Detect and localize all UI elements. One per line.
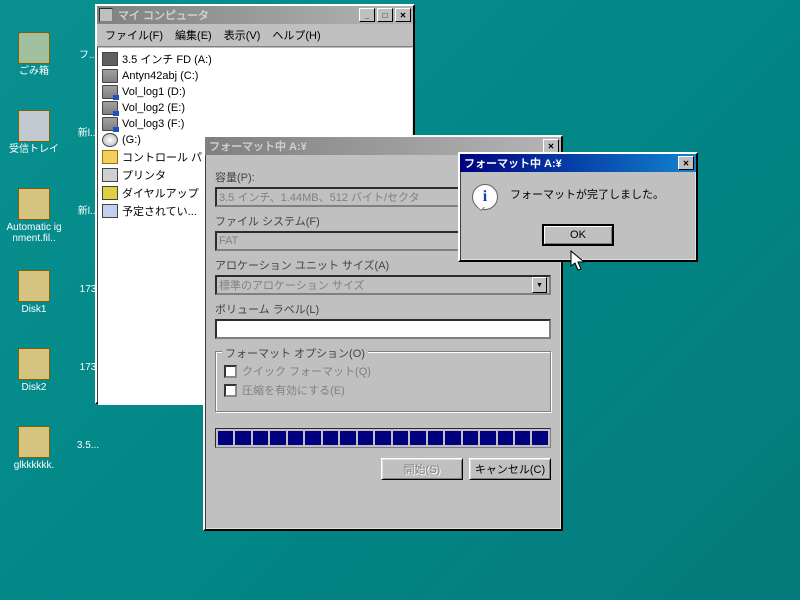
progress-segment (463, 431, 478, 445)
enable-compression-checkbox[interactable]: 圧縮を有効にする(E) (224, 382, 542, 398)
progress-segment (253, 431, 268, 445)
folder-icon (18, 188, 50, 220)
volume-label-input[interactable] (215, 319, 551, 339)
progress-segment (305, 431, 320, 445)
close-button[interactable]: ✕ (395, 8, 411, 22)
inbox-icon (18, 110, 50, 142)
checkbox-icon (224, 365, 237, 378)
message-box-body: i フォーマットが完了しました。 (460, 172, 696, 222)
drive-item-f[interactable]: Vol_log3 (F:) (102, 116, 408, 132)
floppy-icon (102, 52, 118, 66)
progress-segment (218, 431, 233, 445)
progress-segment (340, 431, 355, 445)
hdd-icon (102, 69, 118, 83)
desktop-icon-disk1[interactable]: Disk1 (4, 270, 64, 315)
progress-segment (445, 431, 460, 445)
progress-segment (375, 431, 390, 445)
titlebar-my-computer[interactable]: マイ コンピュータ _ □ ✕ (97, 6, 413, 24)
desktop-icon-glkk[interactable]: glkkkkkk. (4, 426, 64, 471)
menu-edit[interactable]: 編集(E) (169, 25, 218, 45)
drive-item-e[interactable]: Vol_log2 (E:) (102, 100, 408, 116)
info-icon: i (470, 182, 500, 212)
printer-icon (102, 168, 118, 182)
dialup-icon (102, 186, 118, 200)
scheduled-icon (102, 204, 118, 218)
message-box-buttons: OK (460, 224, 696, 246)
progress-segment (480, 431, 495, 445)
cancel-button[interactable]: キャンセル(C) (469, 458, 551, 480)
desktop-icon-partial[interactable]: 3.5... (58, 440, 118, 451)
minimize-button[interactable]: _ (359, 8, 375, 22)
progress-segment (428, 431, 443, 445)
my-computer-icon (99, 8, 113, 22)
progress-segment (498, 431, 513, 445)
cd-icon (102, 133, 118, 147)
recycle-bin-icon (18, 32, 50, 64)
drive-item-floppy-a[interactable]: 3.5 インチ FD (A:) (102, 50, 408, 68)
titlebar-message[interactable]: フォーマット中 A:¥ ✕ (460, 154, 696, 172)
desktop: ごみ箱 受信トレイ Automatic ignment.fil.. Disk1 … (0, 0, 800, 600)
menu-file[interactable]: ファイル(F) (99, 25, 169, 45)
desktop-icon-disk2[interactable]: Disk2 (4, 348, 64, 393)
volume-label-label: ボリューム ラベル(L) (215, 301, 551, 317)
progress-segment (410, 431, 425, 445)
desktop-icon-automatic[interactable]: Automatic ignment.fil.. (4, 188, 64, 244)
netdrive-icon (102, 101, 118, 115)
window-title: フォーマット中 A:¥ (462, 155, 676, 171)
netdrive-icon (102, 85, 118, 99)
menu-help[interactable]: ヘルプ(H) (266, 25, 326, 45)
dialog-button-row: 開始(S) キャンセル(C) (215, 458, 551, 480)
progress-segment (235, 431, 250, 445)
drive-item-d[interactable]: Vol_log1 (D:) (102, 84, 408, 100)
folder-icon (18, 348, 50, 380)
close-button[interactable]: ✕ (678, 156, 694, 170)
menu-view[interactable]: 表示(V) (218, 25, 267, 45)
progress-segment (532, 431, 547, 445)
netdrive-icon (102, 117, 118, 131)
checkbox-icon (224, 384, 237, 397)
format-options-group: フォーマット オプション(O) クイック フォーマット(Q) 圧縮を有効にする(… (215, 351, 551, 412)
quick-format-checkbox[interactable]: クイック フォーマット(Q) (224, 363, 542, 379)
ok-button[interactable]: OK (542, 224, 614, 246)
window-message-box[interactable]: フォーマット中 A:¥ ✕ i フォーマットが完了しました。 OK (458, 152, 698, 262)
progress-segment (323, 431, 338, 445)
drive-item-c[interactable]: Antyn42abj (C:) (102, 68, 408, 84)
progress-segment (358, 431, 373, 445)
folder-icon (18, 426, 50, 458)
message-text: フォーマットが完了しました。 (510, 182, 664, 202)
progress-segment (393, 431, 408, 445)
folder-icon (18, 270, 50, 302)
desktop-icon-inbox[interactable]: 受信トレイ (4, 110, 64, 155)
menubar: ファイル(F) 編集(E) 表示(V) ヘルプ(H) (97, 24, 413, 47)
format-options-legend: フォーマット オプション(O) (222, 345, 368, 361)
close-button[interactable]: ✕ (543, 139, 559, 153)
control-panel-icon (102, 150, 118, 164)
chevron-down-icon: ▼ (532, 277, 547, 293)
desktop-icon-recycle-bin[interactable]: ごみ箱 (4, 32, 64, 77)
start-button[interactable]: 開始(S) (381, 458, 463, 480)
allocation-dropdown[interactable]: 標準のアロケーション サイズ ▼ (215, 275, 551, 295)
window-title: マイ コンピュータ (116, 7, 357, 23)
format-progress-bar (215, 428, 551, 448)
maximize-button[interactable]: □ (377, 8, 393, 22)
progress-segment (515, 431, 530, 445)
progress-segment (288, 431, 303, 445)
progress-segment (270, 431, 285, 445)
